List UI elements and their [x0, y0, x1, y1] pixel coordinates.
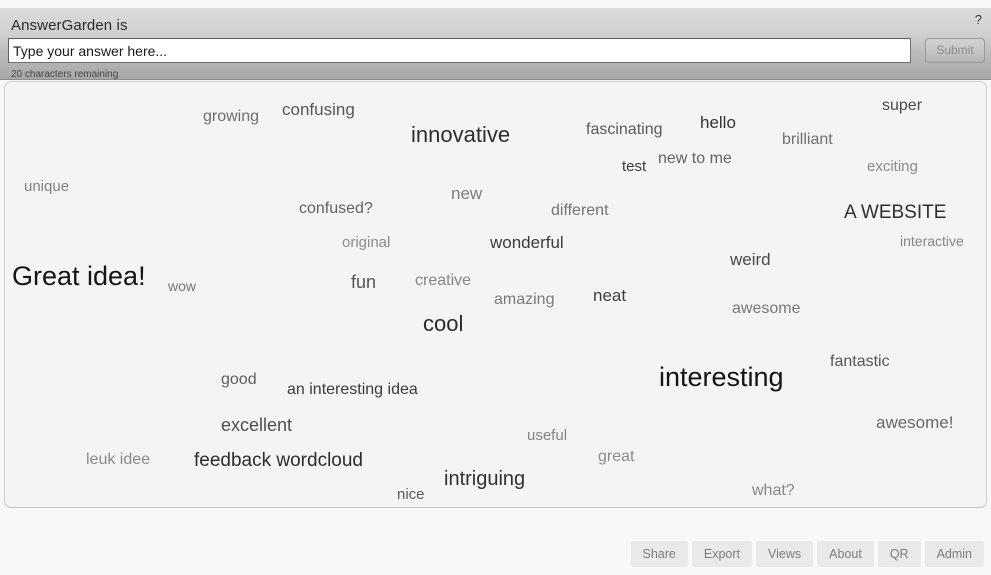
footer-button-share[interactable]: Share	[630, 541, 688, 567]
cloud-word[interactable]: different	[551, 203, 609, 219]
cloud-word[interactable]: awesome	[732, 301, 800, 317]
footer-button-admin[interactable]: Admin	[924, 541, 984, 567]
cloud-word[interactable]: confusing	[282, 101, 355, 118]
cloud-word[interactable]: creative	[415, 273, 471, 289]
cloud-word[interactable]: interesting	[659, 364, 784, 391]
cloud-word[interactable]: interactive	[900, 234, 964, 248]
cloud-word[interactable]: test	[622, 159, 646, 174]
cloud-word[interactable]: new	[451, 185, 482, 202]
footer-button-about[interactable]: About	[817, 541, 874, 567]
cloud-word[interactable]: awesome!	[876, 414, 953, 431]
answer-header-panel: AnswerGarden is ? Submit 20 characters r…	[0, 8, 991, 80]
cloud-word[interactable]: fun	[351, 273, 376, 291]
cloud-word[interactable]: original	[342, 235, 390, 250]
submit-button[interactable]: Submit	[925, 38, 985, 63]
characters-remaining-label: 20 characters remaining	[11, 69, 119, 80]
cloud-word[interactable]: new to me	[658, 151, 732, 167]
cloud-word[interactable]: confused?	[299, 201, 373, 217]
cloud-word[interactable]: leuk idee	[86, 452, 150, 468]
footer-button-group: Share Export Views About QR Admin	[630, 541, 984, 567]
top-strip	[0, 0, 991, 8]
cloud-word[interactable]: cool	[423, 313, 463, 335]
cloud-word[interactable]: wow	[168, 279, 196, 293]
cloud-word[interactable]: innovative	[411, 124, 510, 146]
footer-button-export[interactable]: Export	[691, 541, 753, 567]
cloud-word[interactable]: excellent	[221, 416, 292, 434]
cloud-word[interactable]: an interesting idea	[287, 382, 418, 398]
cloud-word[interactable]: super	[882, 98, 922, 114]
footer-button-views[interactable]: Views	[756, 541, 814, 567]
word-cloud-panel: growing confusing innovative fascinating hel…	[4, 81, 987, 508]
cloud-word[interactable]: intriguing	[444, 469, 525, 489]
cloud-word[interactable]: useful	[527, 428, 567, 443]
cloud-word[interactable]: growing	[203, 109, 259, 125]
cloud-word[interactable]: what?	[752, 483, 795, 499]
cloud-word[interactable]: hello	[700, 114, 736, 131]
cloud-word[interactable]: nice	[397, 487, 425, 502]
help-question-mark-icon[interactable]: ?	[975, 13, 982, 26]
cloud-word[interactable]: brilliant	[782, 132, 833, 148]
cloud-word[interactable]: fantastic	[830, 354, 890, 370]
cloud-word[interactable]: good	[221, 372, 257, 388]
answergarden-app: AnswerGarden is ? Submit 20 characters r…	[0, 0, 991, 575]
cloud-word[interactable]: fascinating	[586, 122, 663, 138]
cloud-word[interactable]: unique	[24, 179, 69, 194]
cloud-word[interactable]: great	[598, 449, 634, 465]
cloud-word[interactable]: amazing	[494, 292, 554, 308]
answer-input[interactable]	[8, 38, 911, 63]
cloud-word[interactable]: neat	[593, 287, 626, 304]
cloud-word[interactable]: wonderful	[490, 234, 564, 251]
footer-bar: Share Export Views About QR Admin	[0, 509, 991, 575]
cloud-word[interactable]: feedback wordcloud	[194, 451, 363, 470]
topic-title: AnswerGarden is	[11, 17, 128, 34]
cloud-word[interactable]: exciting	[867, 159, 918, 174]
cloud-word[interactable]: A WEBSITE	[844, 203, 946, 222]
cloud-word[interactable]: Great idea!	[12, 263, 146, 290]
cloud-word[interactable]: weird	[730, 251, 771, 268]
footer-button-qr[interactable]: QR	[877, 541, 921, 567]
